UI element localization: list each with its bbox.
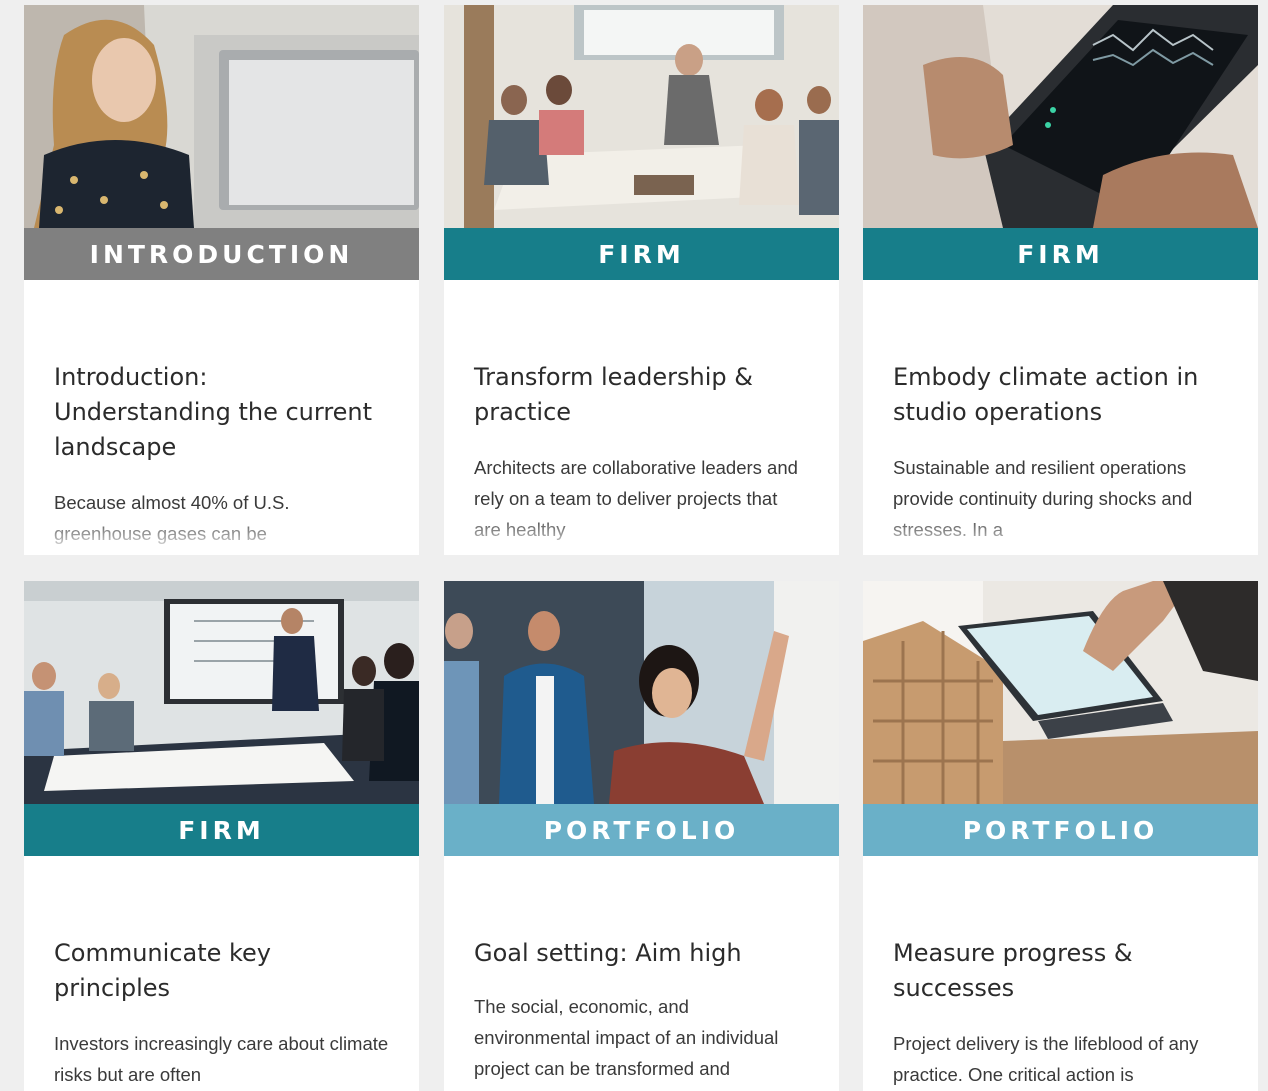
card-excerpt: Because almost 40% of U.S. greenhouse ga… xyxy=(54,492,290,544)
category-label: PORTFOLIO xyxy=(863,804,1258,856)
card-body: Goal setting: Aim high The social, econo… xyxy=(444,856,839,1091)
card-body: Communicate key principles Investors inc… xyxy=(24,856,419,1091)
category-label: INTRODUCTION xyxy=(24,228,419,280)
card-body: Introduction: Understanding the current … xyxy=(24,280,419,555)
category-label: FIRM xyxy=(24,804,419,856)
card-image xyxy=(444,5,839,228)
card-climate-action-studio[interactable]: FIRM Embody climate action in studio ope… xyxy=(863,5,1258,555)
card-title[interactable]: Goal setting: Aim high xyxy=(474,936,809,971)
card-excerpt: Project delivery is the lifeblood of any… xyxy=(893,1033,1199,1085)
card-transform-leadership[interactable]: FIRM Transform leadership & practice Arc… xyxy=(444,5,839,555)
category-label: FIRM xyxy=(444,228,839,280)
card-communicate-principles[interactable]: FIRM Communicate key principles Investor… xyxy=(24,581,419,1091)
card-image xyxy=(863,5,1258,228)
card-goal-setting[interactable]: PORTFOLIO Goal setting: Aim high The soc… xyxy=(444,581,839,1091)
card-image xyxy=(24,5,419,228)
category-label: FIRM xyxy=(863,228,1258,280)
card-image xyxy=(863,581,1258,804)
card-title[interactable]: Measure progress & successes xyxy=(893,936,1228,1006)
card-body: Measure progress & successes Project del… xyxy=(863,856,1258,1091)
resource-card-grid: INTRODUCTION Introduction: Understanding… xyxy=(0,0,1268,1091)
card-measure-progress[interactable]: PORTFOLIO Measure progress & successes P… xyxy=(863,581,1258,1091)
card-image xyxy=(444,581,839,804)
card-excerpt: Architects are collaborative leaders and… xyxy=(474,457,798,540)
card-title[interactable]: Communicate key principles xyxy=(54,936,389,1006)
category-label: PORTFOLIO xyxy=(444,804,839,856)
card-title[interactable]: Embody climate action in studio operatio… xyxy=(893,360,1228,430)
card-title[interactable]: Introduction: Understanding the current … xyxy=(54,360,389,465)
card-title[interactable]: Transform leadership & practice xyxy=(474,360,809,430)
card-image xyxy=(24,581,419,804)
card-introduction[interactable]: INTRODUCTION Introduction: Understanding… xyxy=(24,5,419,555)
card-body: Embody climate action in studio operatio… xyxy=(863,280,1258,555)
card-excerpt: Investors increasingly care about climat… xyxy=(54,1033,389,1085)
card-excerpt: Sustainable and resilient operations pro… xyxy=(893,457,1193,540)
card-excerpt: The social, economic, and environmental … xyxy=(474,996,779,1091)
card-body: Transform leadership & practice Architec… xyxy=(444,280,839,555)
